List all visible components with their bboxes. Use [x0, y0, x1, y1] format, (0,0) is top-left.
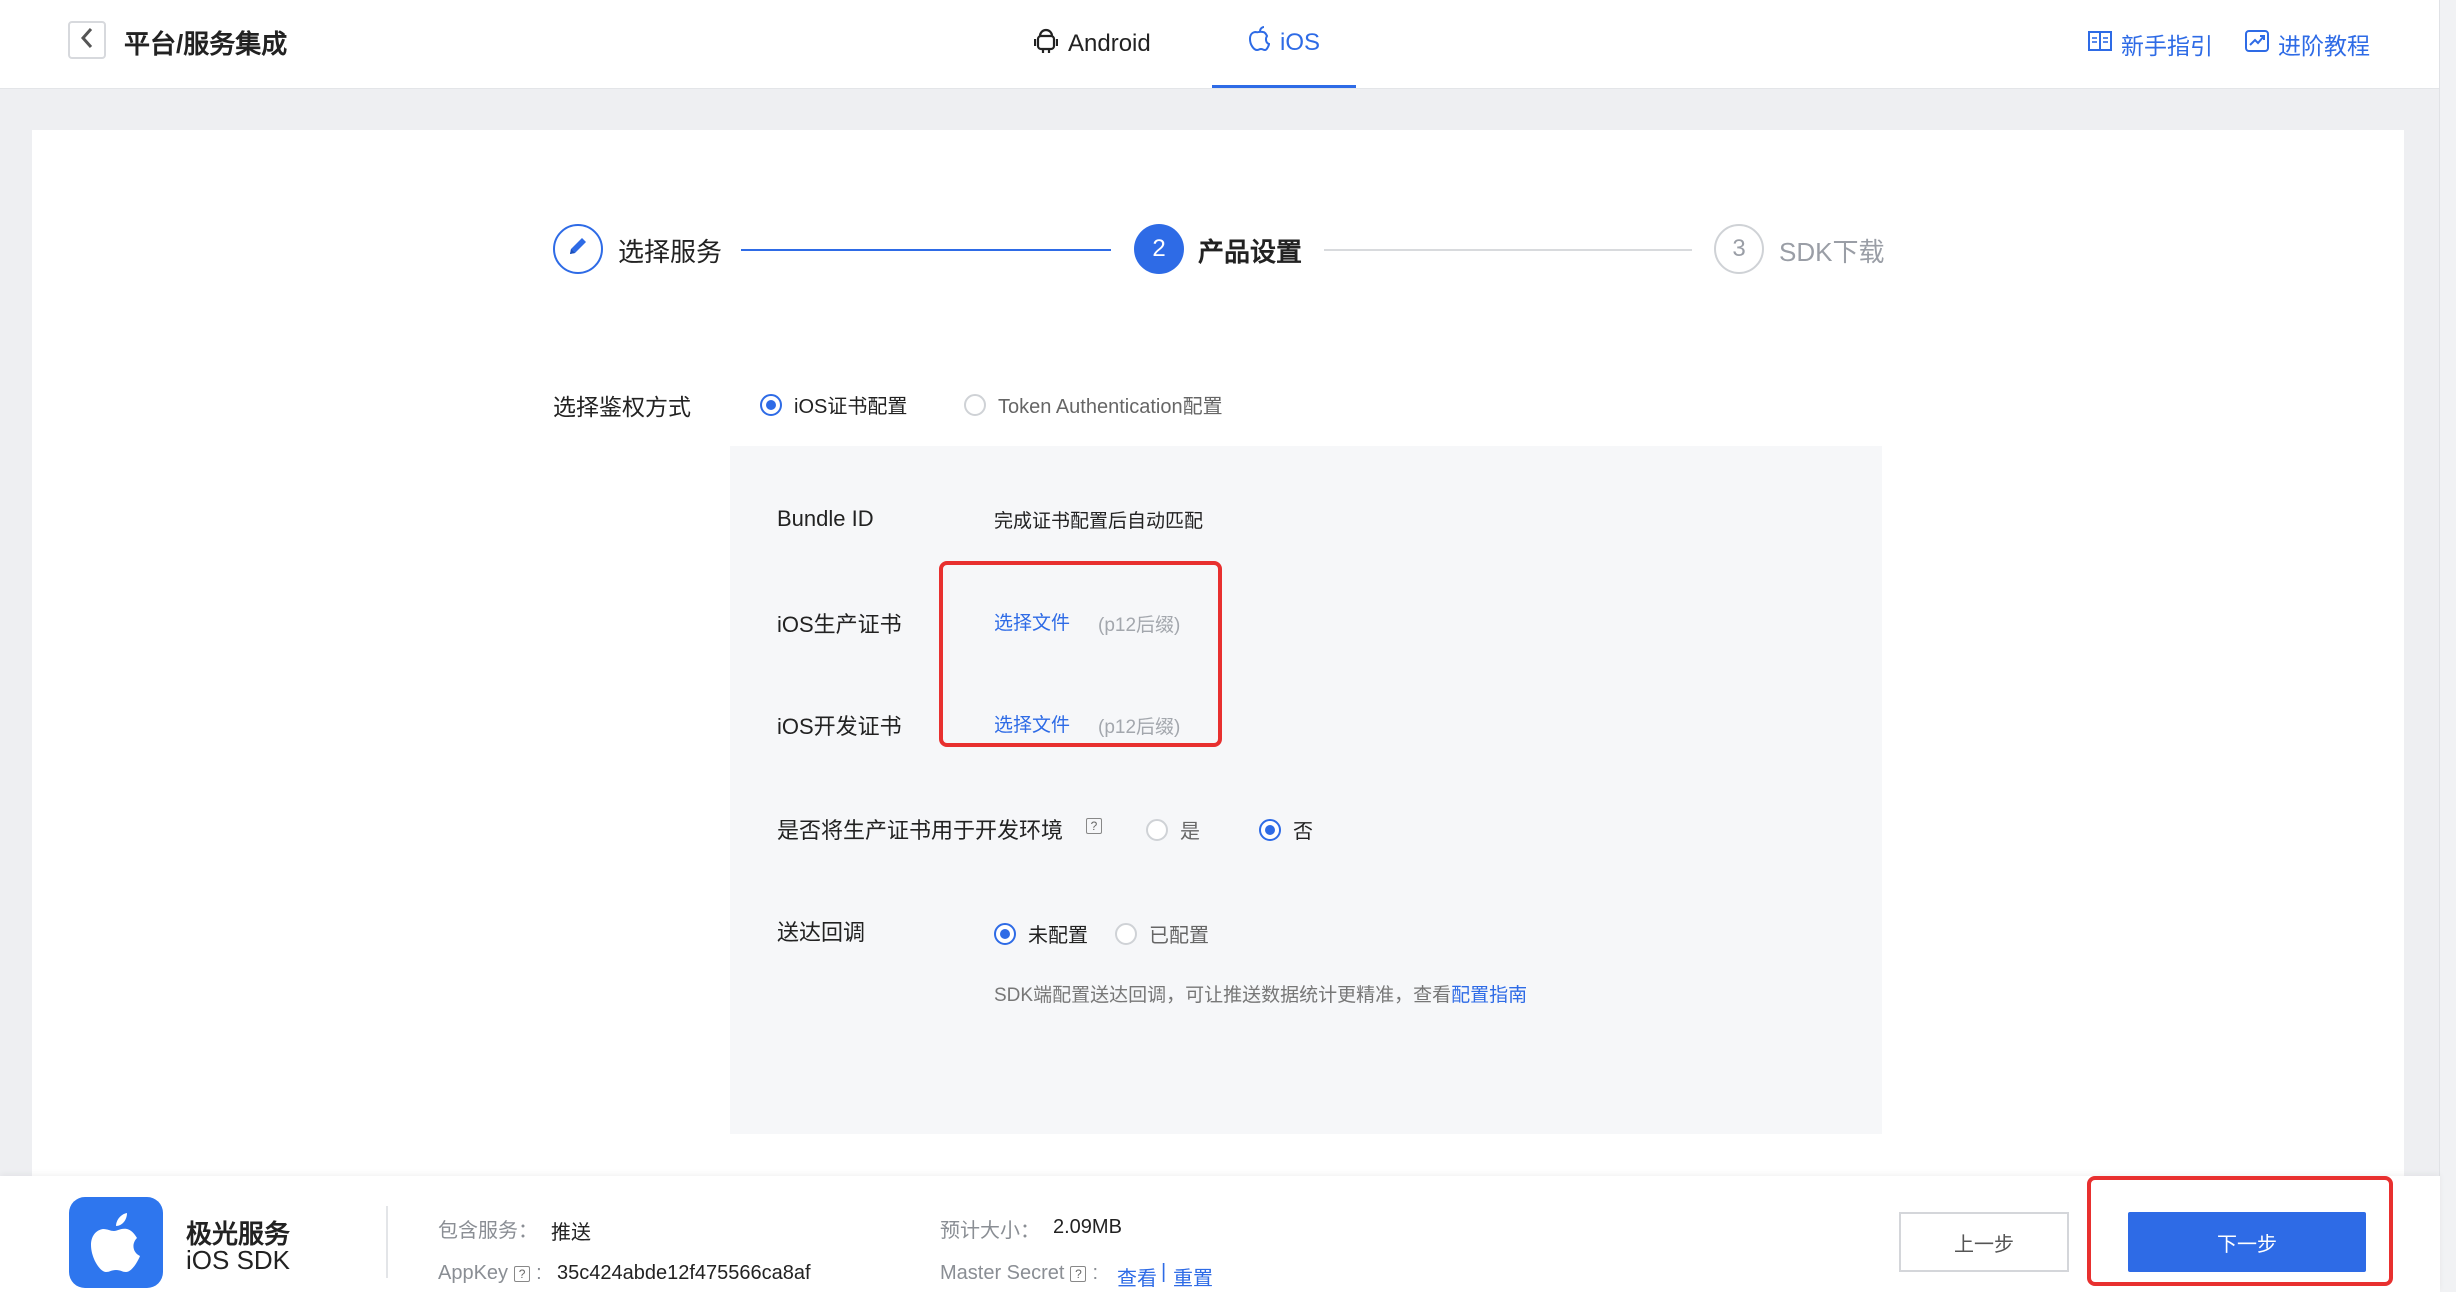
radio-dot-selected [994, 922, 1016, 945]
chevron-left-icon [80, 27, 94, 54]
step-1-label: 选择服务 [618, 237, 723, 267]
service-label: 包含服务： [438, 1220, 538, 1242]
size-label: 预计大小： [940, 1220, 1040, 1242]
appkey-colon: : [536, 1262, 542, 1284]
highlight-box-next [2087, 1176, 2393, 1286]
radio-token-auth[interactable]: Token Authentication配置 [964, 390, 1223, 419]
prev-step-button[interactable]: 上一步 [1899, 1212, 2069, 1272]
radio-dot-unselected [1146, 818, 1168, 841]
callback-note-text: SDK端配置送达回调，可让推送数据统计更精准，查看 [994, 985, 1452, 1006]
back-button[interactable] [68, 21, 106, 59]
tab-ios[interactable]: iOS [1212, 0, 1356, 88]
bottom-bar [0, 1176, 2440, 1292]
step-connector-1 [741, 249, 1111, 251]
step-connector-2 [1324, 249, 1692, 251]
help-icon[interactable]: ? [514, 1265, 531, 1282]
radio-use-prod-no-label: 否 [1293, 821, 1313, 843]
radio-callback-unconfigured-label: 未配置 [1028, 925, 1088, 947]
master-secret-label-text: Master Secret [940, 1262, 1065, 1284]
radio-dot-unselected [964, 393, 986, 416]
config-guide-link[interactable]: 配置指南 [1451, 985, 1527, 1006]
apple-logo-icon [69, 1197, 163, 1288]
radio-dot-unselected [1115, 922, 1137, 945]
help-icon[interactable]: ? [1070, 1265, 1087, 1282]
radio-dot-selected [760, 393, 782, 416]
use-prod-for-dev-label: 是否将生产证书用于开发环境 [777, 818, 1064, 843]
radio-callback-configured-label: 已配置 [1149, 925, 1209, 947]
beginner-guide-label: 新手指引 [2121, 33, 2213, 59]
pencil-icon [566, 234, 590, 265]
settings-panel [730, 446, 1882, 1134]
appkey-value: 35c424abde12f475566ca8af [557, 1262, 811, 1284]
help-icon[interactable]: ? [1086, 818, 1102, 834]
step-1-circle [553, 224, 603, 274]
radio-use-prod-yes[interactable]: 是 [1146, 815, 1200, 844]
step-2-circle: 2 [1134, 224, 1184, 274]
bundle-id-label: Bundle ID [777, 506, 874, 531]
trend-chart-icon [2245, 30, 2269, 58]
step-2-label: 产品设置 [1198, 237, 1303, 267]
secret-reset-link[interactable]: 重置 [1173, 1262, 1213, 1291]
step-3-circle: 3 [1714, 224, 1764, 274]
radio-ios-certificate[interactable]: iOS证书配置 [760, 390, 907, 419]
radio-dot-selected [1259, 818, 1281, 841]
top-nav-bar: 平台/服务集成 Android iOS 新手指引 进阶教程 [0, 0, 2440, 89]
callback-note: SDK端配置送达回调，可让推送数据统计更精准，查看配置指南 [994, 980, 1527, 1007]
radio-callback-configured[interactable]: 已配置 [1115, 919, 1209, 948]
bundle-id-value: 完成证书配置后自动匹配 [994, 511, 1204, 532]
secret-separator: | [1161, 1261, 1167, 1283]
beginner-guide-link[interactable]: 新手指引 [2088, 27, 2213, 61]
prod-cert-label: iOS生产证书 [777, 612, 902, 637]
service-value: 推送 [551, 1222, 591, 1244]
page-title: 平台/服务集成 [124, 29, 288, 59]
radio-use-prod-yes-label: 是 [1180, 821, 1200, 843]
appkey-label: AppKey ? : [438, 1262, 542, 1285]
appkey-label-text: AppKey [438, 1262, 509, 1284]
master-secret-colon: : [1092, 1262, 1099, 1284]
radio-ios-certificate-label: iOS证书配置 [794, 396, 908, 418]
secret-view-link[interactable]: 查看 [1117, 1262, 1157, 1291]
tab-android[interactable]: Android [1033, 0, 1151, 88]
scrollbar[interactable] [2439, 0, 2456, 1292]
radio-callback-unconfigured[interactable]: 未配置 [994, 919, 1088, 948]
dev-cert-label: iOS开发证书 [777, 714, 902, 739]
tab-android-label: Android [1068, 30, 1151, 57]
size-value: 2.09MB [1053, 1216, 1122, 1238]
delivery-callback-label: 送达回调 [777, 920, 866, 945]
advanced-tutorial-link[interactable]: 进阶教程 [2245, 27, 2370, 61]
book-icon [2088, 30, 2112, 58]
step-3-label: SDK下载 [1779, 237, 1885, 267]
tab-ios-label: iOS [1279, 28, 1320, 56]
advanced-tutorial-label: 进阶教程 [2278, 33, 2370, 59]
app-sdk-label: iOS SDK [186, 1245, 291, 1275]
highlight-box-certificates [939, 561, 1222, 747]
footer-divider [386, 1206, 388, 1278]
auth-method-label: 选择鉴权方式 [553, 394, 691, 420]
apple-icon [1248, 26, 1270, 59]
radio-use-prod-no[interactable]: 否 [1259, 815, 1313, 844]
master-secret-label: Master Secret ? : [940, 1262, 1098, 1285]
android-icon [1033, 28, 1059, 61]
radio-token-auth-label: Token Authentication配置 [998, 396, 1223, 418]
